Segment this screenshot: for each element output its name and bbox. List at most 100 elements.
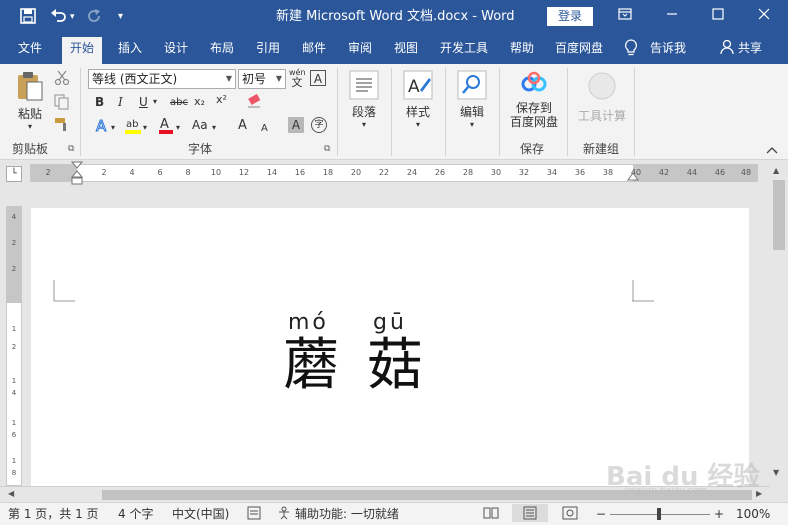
italic-button[interactable]: I — [118, 94, 123, 110]
chevron-down-icon[interactable]: ▼ — [226, 70, 232, 88]
pinyin-gu: gū — [373, 310, 407, 335]
chevron-down-icon[interactable]: ▼ — [276, 70, 282, 88]
close-icon[interactable] — [752, 6, 776, 26]
strikethrough-button[interactable]: abc — [170, 95, 188, 111]
tool-calc-button[interactable]: 工具计算 — [576, 72, 628, 124]
svg-text:A: A — [408, 77, 420, 97]
vertical-scrollbar[interactable]: ▲ ▼ — [770, 160, 788, 486]
superscript-button[interactable]: x² — [216, 92, 227, 108]
read-mode-icon[interactable] — [483, 506, 499, 523]
vertical-ruler[interactable]: 4 2 2 1 2 1 4 1 6 1 8 — [6, 206, 22, 486]
status-bar: 第 1 页，共 1 页 4 个字 中文(中国) 辅助功能: 一切就绪 − + 1… — [0, 502, 788, 525]
chevron-down-icon[interactable]: ▾ — [212, 120, 216, 136]
clipboard-group-label: 剪贴板 — [12, 142, 49, 156]
right-indent-marker-icon[interactable] — [627, 171, 639, 185]
share-button[interactable]: 共享 — [738, 40, 762, 56]
font-launcher-icon[interactable]: ⧉ — [324, 144, 330, 154]
save-icon[interactable] — [20, 8, 36, 28]
character-shading-button[interactable]: A — [288, 117, 304, 133]
person-icon[interactable] — [720, 39, 734, 59]
text-effects-icon[interactable]: A — [94, 117, 110, 137]
zoom-level[interactable]: 100% — [736, 507, 770, 521]
page-count[interactable]: 第 1 页，共 1 页 — [8, 507, 99, 521]
customize-quick-access-icon[interactable]: ▾ — [118, 8, 123, 26]
character-border-button[interactable]: A — [310, 70, 326, 86]
clear-formatting-icon[interactable] — [246, 93, 262, 113]
horizontal-ruler[interactable]: 2 2 4 6 8 10 12 14 16 18 20 22 24 26 28 … — [30, 161, 758, 185]
vruler-tick: 1 — [11, 457, 17, 465]
ruler-tick: 44 — [686, 168, 698, 177]
scroll-down-icon[interactable]: ▼ — [773, 468, 779, 477]
scroll-up-icon[interactable]: ▲ — [773, 166, 779, 175]
highlight-color-icon[interactable]: ab — [124, 116, 142, 138]
tab-references[interactable]: 引用 — [256, 40, 280, 56]
tab-insert[interactable]: 插入 — [118, 40, 142, 56]
font-size-combo[interactable]: 初号 ▼ — [238, 69, 286, 89]
web-layout-icon[interactable] — [562, 506, 578, 523]
title-bar: ▾ ▾ 新建 Microsoft Word 文档.docx - Word 登录 — [0, 0, 788, 34]
accessibility-status[interactable]: 辅助功能: 一切就绪 — [295, 507, 399, 521]
group-divider — [567, 68, 568, 156]
scroll-left-icon[interactable]: ◀ — [8, 489, 14, 498]
chevron-down-icon[interactable]: ▾ — [153, 94, 157, 110]
cut-icon[interactable] — [54, 70, 70, 89]
tab-layout[interactable]: 布局 — [210, 40, 234, 56]
subscript-button[interactable]: x₂ — [194, 94, 205, 110]
grow-font-button[interactable]: A — [238, 118, 247, 134]
undo-icon[interactable] — [50, 8, 68, 28]
indent-marker-icon[interactable] — [70, 161, 84, 190]
zoom-slider-thumb[interactable] — [657, 508, 661, 520]
tab-help[interactable]: 帮助 — [510, 40, 534, 56]
word-count[interactable]: 4 个字 — [118, 507, 153, 521]
save-to-baidu-button[interactable]: 保存到 百度网盘 — [506, 70, 562, 129]
paste-button[interactable]: 粘贴 ▾ — [12, 70, 48, 131]
format-painter-icon[interactable] — [54, 116, 70, 135]
copy-icon[interactable] — [54, 94, 70, 113]
tab-file[interactable]: 文件 — [18, 40, 42, 56]
vertical-scroll-thumb[interactable] — [773, 180, 785, 250]
change-case-button[interactable]: Aa — [192, 117, 208, 133]
accessibility-icon[interactable] — [277, 506, 293, 523]
login-button[interactable]: 登录 — [547, 7, 593, 26]
tell-me-search[interactable]: 告诉我 — [650, 40, 686, 56]
undo-dropdown-icon[interactable]: ▾ — [70, 8, 75, 26]
lightbulb-icon[interactable] — [624, 39, 638, 61]
bold-button[interactable]: B — [95, 94, 104, 110]
chevron-down-icon[interactable]: ▾ — [111, 120, 115, 136]
minimize-icon[interactable] — [660, 6, 684, 26]
document-page[interactable]: mó gū 蘑 菇 — [31, 208, 749, 486]
macro-recording-icon[interactable] — [247, 506, 261, 523]
chevron-down-icon[interactable]: ▾ — [143, 120, 147, 136]
editing-button[interactable]: 编辑 ▾ — [454, 70, 490, 129]
tab-view[interactable]: 视图 — [394, 40, 418, 56]
shrink-font-button[interactable]: A — [261, 121, 268, 137]
clipboard-launcher-icon[interactable]: ⧉ — [68, 144, 74, 154]
chevron-down-icon: ▾ — [361, 120, 366, 129]
tab-review[interactable]: 审阅 — [348, 40, 372, 56]
language-status[interactable]: 中文(中国) — [172, 507, 229, 521]
paragraph-button[interactable]: 段落 ▾ — [346, 70, 382, 129]
collapse-ribbon-icon[interactable] — [766, 146, 778, 157]
zoom-in-button[interactable]: + — [714, 507, 724, 521]
ruler-tick: 4 — [129, 168, 135, 177]
tab-mailings[interactable]: 邮件 — [302, 40, 326, 56]
tab-baidu-netdisk[interactable]: 百度网盘 — [555, 40, 603, 56]
maximize-icon[interactable] — [706, 6, 730, 26]
font-color-icon[interactable]: A — [158, 116, 174, 138]
tab-stop-selector-icon[interactable]: └ — [6, 166, 22, 182]
tab-design[interactable]: 设计 — [164, 40, 188, 56]
phonetic-guide-button[interactable]: wén 文 — [289, 68, 306, 88]
chevron-down-icon[interactable]: ▾ — [176, 120, 180, 136]
tab-home[interactable]: 开始 — [62, 37, 103, 64]
zoom-out-button[interactable]: − — [596, 507, 606, 521]
redo-icon[interactable] — [86, 8, 102, 28]
enclose-characters-button[interactable]: 字 — [311, 117, 327, 133]
ruler-tick: 36 — [574, 168, 586, 177]
font-name-combo[interactable]: 等线 (西文正文) ▼ — [88, 69, 236, 89]
ribbon-display-options-icon[interactable] — [613, 6, 637, 26]
print-layout-icon[interactable] — [512, 504, 548, 522]
group-divider — [445, 68, 446, 156]
tab-developer[interactable]: 开发工具 — [440, 40, 488, 56]
underline-button[interactable]: U — [139, 94, 148, 110]
styles-button[interactable]: A 样式 ▾ — [400, 70, 436, 129]
